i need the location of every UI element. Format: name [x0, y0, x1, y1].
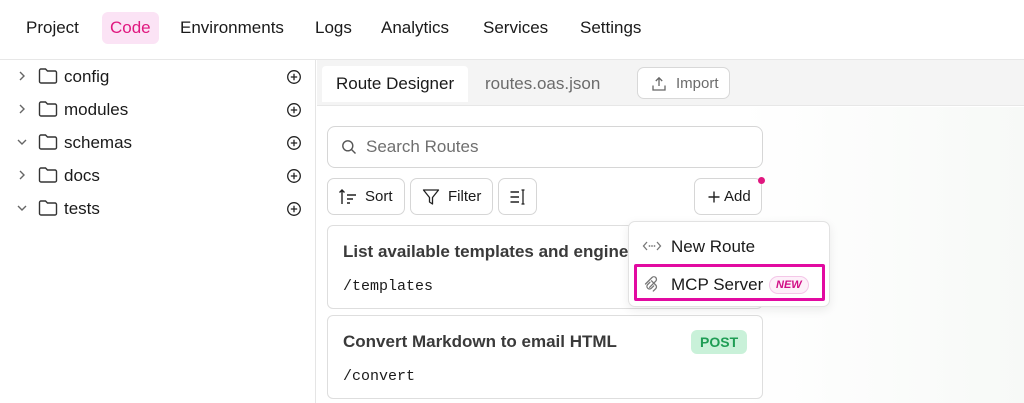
route-path: /convert — [343, 368, 416, 385]
chevron-right-icon[interactable] — [16, 169, 28, 181]
tree-item-label: tests — [64, 199, 100, 218]
nav-item-services[interactable]: Services — [475, 12, 556, 44]
chevron-down-icon[interactable] — [16, 136, 28, 148]
file-tree-sidebar: config modules schemas docs tests — [0, 60, 316, 403]
tab-routes-oas-json[interactable]: routes.oas.json — [471, 66, 614, 102]
search-box — [327, 126, 763, 168]
nav-item-settings[interactable]: Settings — [572, 12, 649, 44]
search-routes-input[interactable] — [366, 135, 746, 159]
nav-item-code[interactable]: Code — [102, 12, 159, 44]
plus-circle-icon[interactable] — [286, 102, 302, 118]
route-title: Convert Markdown to email HTML — [343, 332, 617, 351]
upload-icon — [652, 76, 666, 91]
chevron-down-icon[interactable] — [16, 202, 28, 214]
add-dropdown-menu: New Route MCP Server NEW — [628, 221, 830, 307]
code-brackets-icon — [642, 241, 662, 251]
chevron-right-icon[interactable] — [16, 70, 28, 82]
tree-item-label: schemas — [64, 133, 133, 152]
folder-icon — [38, 101, 58, 117]
folder-icon — [38, 200, 58, 216]
plus-circle-icon[interactable] — [286, 201, 302, 217]
chevron-right-icon[interactable] — [16, 103, 28, 115]
menu-item-label: New Route — [671, 237, 756, 256]
filter-label: Filter — [448, 188, 482, 205]
tree-item-schemas[interactable]: schemas — [0, 128, 316, 158]
tree-item-docs[interactable]: docs — [0, 161, 316, 191]
folder-icon — [38, 68, 58, 84]
list-group-icon — [510, 189, 525, 205]
editor-tab-bar: Route Designer routes.oas.json Import — [317, 60, 1024, 106]
group-button[interactable] — [498, 178, 537, 215]
folder-icon — [38, 167, 58, 183]
tree-item-label: modules — [64, 100, 129, 119]
plus-circle-icon[interactable] — [286, 69, 302, 85]
import-button[interactable]: Import — [637, 67, 730, 99]
sort-icon — [339, 189, 356, 204]
folder-icon — [38, 134, 58, 150]
sort-button[interactable]: Sort — [327, 178, 405, 215]
highlight-box — [634, 264, 825, 301]
route-path: /templates — [343, 278, 434, 295]
nav-item-environments[interactable]: Environments — [172, 12, 292, 44]
tree-item-tests[interactable]: tests — [0, 194, 316, 224]
filter-button[interactable]: Filter — [410, 178, 493, 215]
nav-item-analytics[interactable]: Analytics — [373, 12, 457, 44]
import-label: Import — [676, 75, 719, 92]
menu-item-new-route[interactable]: New Route — [629, 229, 831, 263]
search-icon — [342, 140, 356, 154]
tree-item-label: config — [64, 67, 110, 86]
add-label: Add — [724, 188, 751, 205]
notification-dot — [758, 177, 765, 184]
method-badge: POST — [691, 330, 748, 354]
sort-label: Sort — [365, 188, 393, 205]
tab-route-designer[interactable]: Route Designer — [322, 66, 469, 102]
nav-item-project[interactable]: Project — [18, 12, 87, 44]
nav-item-logs[interactable]: Logs — [307, 12, 360, 44]
tree-item-label: docs — [64, 166, 100, 185]
top-nav: Project Code Environments Logs Analytics… — [0, 0, 1024, 60]
filter-icon — [422, 189, 440, 205]
plus-circle-icon[interactable] — [286, 135, 302, 151]
route-card[interactable]: Convert Markdown to email HTML POST /con… — [327, 315, 763, 399]
route-title: List available templates and engines — [343, 242, 638, 261]
tree-item-modules[interactable]: modules — [0, 95, 316, 125]
add-button[interactable]: Add — [694, 178, 762, 215]
tree-item-config[interactable]: config — [0, 62, 316, 92]
plus-icon — [708, 191, 720, 203]
plus-circle-icon[interactable] — [286, 168, 302, 184]
